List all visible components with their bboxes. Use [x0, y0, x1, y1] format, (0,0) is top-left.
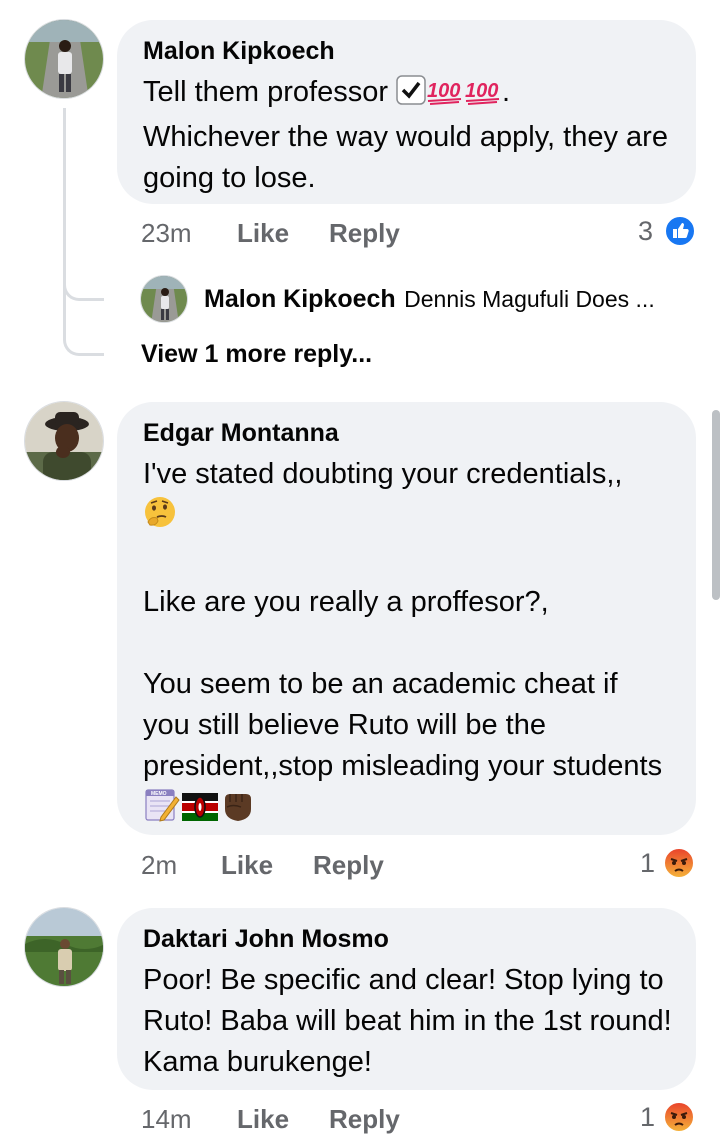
reply-button[interactable]: Reply — [313, 850, 384, 881]
comment-actions: 2m Like Reply — [141, 850, 441, 884]
user-photo-icon — [25, 20, 103, 98]
angry-reaction-icon[interactable] — [662, 1100, 696, 1139]
reply-button[interactable]: Reply — [329, 218, 400, 249]
reply-preview[interactable]: Malon Kipkoech Dennis Magufuli Does ... — [204, 285, 704, 314]
reaction-count[interactable]: 1 — [640, 1102, 655, 1133]
comment-bubble[interactable]: Malon Kipkoech Tell them professor 100 10… — [117, 20, 696, 204]
reply-snippet: Dennis Magufuli Does ... — [404, 286, 655, 312]
reply-avatar[interactable] — [140, 275, 188, 323]
avatar[interactable] — [24, 401, 104, 481]
like-button[interactable]: Like — [237, 1104, 289, 1135]
comment-actions: 14m Like Reply — [141, 1104, 441, 1138]
comment-bubble[interactable]: Daktari John Mosmo Poor! Be specific and… — [117, 908, 696, 1090]
comment-text: I've stated doubting your credentials,, … — [143, 454, 672, 835]
like-button[interactable]: Like — [237, 218, 289, 249]
hundred-points-emoji-icon: 100 — [464, 75, 502, 117]
raised-fist-emoji-icon — [219, 787, 257, 835]
avatar[interactable] — [24, 907, 104, 987]
comment-time[interactable]: 23m — [141, 218, 192, 249]
reaction-count[interactable]: 3 — [638, 216, 653, 247]
comment-text: Poor! Be specific and clear! Stop lying … — [143, 964, 680, 1078]
like-button[interactable]: Like — [221, 850, 273, 881]
comment-text: Tell them professor 100 100. Whichever th… — [143, 75, 677, 194]
memo-emoji-icon: MEMO — [143, 787, 181, 835]
user-photo-icon — [25, 402, 103, 480]
avatar[interactable] — [24, 19, 104, 99]
user-photo-icon — [25, 908, 103, 986]
comment-author[interactable]: Daktari John Mosmo — [143, 924, 672, 954]
comment-time[interactable]: 2m — [141, 850, 177, 881]
comment-actions: 23m Like Reply — [141, 218, 441, 252]
like-reaction-icon[interactable] — [664, 215, 696, 252]
comment-author[interactable]: Malon Kipkoech — [143, 36, 672, 66]
reaction-count[interactable]: 1 — [640, 848, 655, 879]
kenya-flag-emoji-icon — [181, 789, 219, 835]
check-mark-emoji-icon — [396, 75, 426, 117]
user-photo-icon — [141, 276, 187, 322]
view-more-replies-link[interactable]: View 1 more reply... — [141, 340, 372, 369]
svg-text:MEMO: MEMO — [151, 791, 167, 797]
scrollbar[interactable] — [712, 410, 720, 600]
angry-reaction-icon[interactable] — [662, 846, 696, 885]
hundred-points-emoji-icon: 100 — [426, 75, 464, 117]
thread-connector — [63, 295, 104, 356]
comment-bubble[interactable]: Edgar Montanna I've stated doubting your… — [117, 402, 696, 835]
reply-button[interactable]: Reply — [329, 1104, 400, 1135]
comment-time[interactable]: 14m — [141, 1104, 192, 1135]
reply-author[interactable]: Malon Kipkoech — [204, 285, 396, 313]
thinking-face-emoji-icon — [143, 495, 177, 541]
comment-author[interactable]: Edgar Montanna — [143, 418, 672, 448]
